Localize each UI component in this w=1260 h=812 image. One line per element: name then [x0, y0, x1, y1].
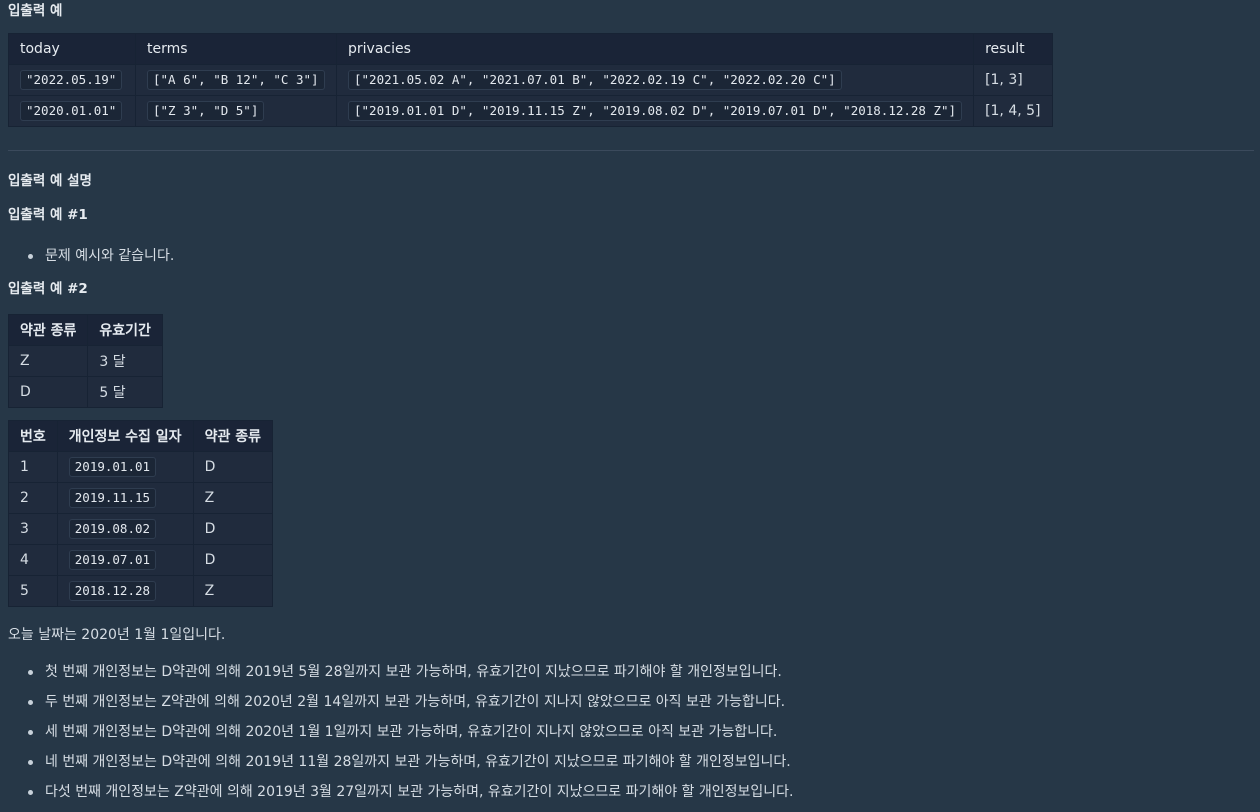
- term-type-cell: Z: [7, 345, 89, 377]
- result-cell: [1, 3]: [973, 64, 1053, 96]
- number-cell: 5: [8, 575, 58, 607]
- result-cell: [1, 4, 5]: [973, 95, 1053, 127]
- table-header-row: today terms privacies result: [8, 33, 1053, 65]
- header-privacies: privacies: [335, 33, 975, 65]
- code-value: 2019.11.15: [68, 488, 157, 508]
- date-cell: 2019.01.01: [56, 451, 194, 483]
- list-item: 두 번째 개인정보는 Z약관에 의해 2020년 2월 14일까지 보관 가능하…: [28, 695, 794, 725]
- table-row: "2022.05.19" ["A 6", "B 12", "C 3"] ["20…: [8, 64, 1053, 96]
- list-item: 네 번째 개인정보는 D약관에 의해 2019년 11월 28일까지 보관 가능…: [28, 755, 794, 785]
- term-type-cell: Z: [192, 575, 273, 607]
- term-type-cell: D: [192, 451, 273, 483]
- code-value: "2020.01.01": [20, 101, 123, 121]
- example-1-list: 문제 예시와 같습니다.: [8, 249, 174, 279]
- today-cell: "2020.01.01": [8, 95, 136, 127]
- code-value: 2019.01.01: [68, 457, 157, 477]
- table-row: D 5 달: [7, 376, 163, 408]
- table-header-row: 약관 종류 유효기간: [7, 314, 163, 346]
- term-type-cell: D: [192, 513, 273, 545]
- header-today: today: [8, 33, 136, 65]
- list-item: 첫 번째 개인정보는 D약관에 의해 2019년 5월 28일까지 보관 가능하…: [28, 665, 794, 695]
- number-cell: 1: [8, 451, 58, 483]
- code-value: 2018.12.28: [68, 581, 157, 601]
- table-row: Z 3 달: [7, 345, 163, 377]
- code-value: 2019.08.02: [68, 519, 157, 539]
- number-cell: 3: [8, 513, 58, 545]
- table-row: 2 2019.11.15 Z: [8, 482, 273, 514]
- date-cell: 2019.11.15: [56, 482, 194, 514]
- header-validity: 유효기간: [87, 314, 163, 346]
- example-2-title: 입출력 예 #2: [8, 281, 88, 297]
- validity-cell: 5 달: [87, 376, 163, 408]
- header-collect-date: 개인정보 수집 일자: [56, 420, 194, 452]
- code-value: "2022.05.19": [20, 70, 123, 90]
- number-cell: 2: [8, 482, 58, 514]
- term-type-cell: D: [7, 376, 89, 408]
- number-cell: 4: [8, 544, 58, 576]
- privacy-table: 번호 개인정보 수집 일자 약관 종류 1 2019.01.01 D 2 201…: [8, 420, 273, 607]
- list-item: 다섯 번째 개인정보는 Z약관에 의해 2019년 3월 27일까지 보관 가능…: [28, 785, 794, 812]
- terms-cell: ["A 6", "B 12", "C 3"]: [135, 64, 337, 96]
- today-date-text: 오늘 날짜는 2020년 1월 1일입니다.: [8, 627, 226, 643]
- example-2-list: 첫 번째 개인정보는 D약관에 의해 2019년 5월 28일까지 보관 가능하…: [8, 665, 794, 812]
- io-example-title: 입출력 예: [8, 3, 63, 19]
- table-row: 5 2018.12.28 Z: [8, 575, 273, 607]
- header-terms: terms: [135, 33, 337, 65]
- code-value: ["A 6", "B 12", "C 3"]: [147, 70, 325, 90]
- list-item: 문제 예시와 같습니다.: [27, 249, 174, 279]
- table-row: 4 2019.07.01 D: [8, 544, 273, 576]
- privacies-cell: ["2021.05.02 A", "2021.07.01 B", "2022.0…: [335, 64, 975, 96]
- section-divider: [8, 150, 1254, 151]
- example-1-title: 입출력 예 #1: [8, 207, 88, 223]
- terms-cell: ["Z 3", "D 5"]: [135, 95, 337, 127]
- code-value: 2019.07.01: [68, 550, 157, 570]
- code-value: ["2019.01.01 D", "2019.11.15 Z", "2019.0…: [348, 101, 963, 121]
- header-number: 번호: [8, 420, 58, 452]
- today-cell: "2022.05.19": [8, 64, 136, 96]
- date-cell: 2019.08.02: [56, 513, 194, 545]
- privacies-cell: ["2019.01.01 D", "2019.11.15 Z", "2019.0…: [335, 95, 975, 127]
- list-item: 세 번째 개인정보는 D약관에 의해 2020년 1월 1일까지 보관 가능하며…: [28, 725, 794, 755]
- code-value: ["2021.05.02 A", "2021.07.01 B", "2022.0…: [348, 70, 842, 90]
- header-term-type: 약관 종류: [7, 314, 89, 346]
- term-type-cell: D: [192, 544, 273, 576]
- table-header-row: 번호 개인정보 수집 일자 약관 종류: [8, 420, 273, 452]
- header-result: result: [973, 33, 1053, 65]
- io-example-table: today terms privacies result "2022.05.19…: [8, 33, 1053, 127]
- table-row: "2020.01.01" ["Z 3", "D 5"] ["2019.01.01…: [8, 95, 1053, 127]
- validity-cell: 3 달: [87, 345, 163, 377]
- date-cell: 2019.07.01: [56, 544, 194, 576]
- table-row: 1 2019.01.01 D: [8, 451, 273, 483]
- code-value: ["Z 3", "D 5"]: [147, 101, 265, 121]
- problem-io-section: 입출력 예 today terms privacies result "2022…: [0, 0, 1260, 812]
- header-term-type: 약관 종류: [192, 420, 273, 452]
- term-type-cell: Z: [192, 482, 273, 514]
- terms-table: 약관 종류 유효기간 Z 3 달 D 5 달: [7, 314, 163, 408]
- date-cell: 2018.12.28: [56, 575, 194, 607]
- io-explain-title: 입출력 예 설명: [8, 173, 92, 189]
- table-row: 3 2019.08.02 D: [8, 513, 273, 545]
